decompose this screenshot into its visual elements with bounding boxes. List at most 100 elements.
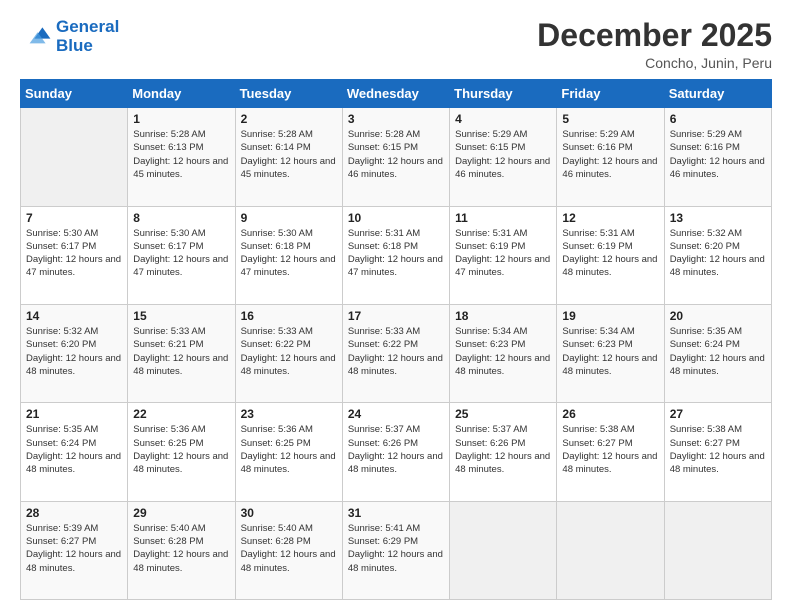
day-number: 1 — [133, 112, 229, 126]
week-row-2: 7 Sunrise: 5:30 AMSunset: 6:17 PMDaylight… — [21, 206, 772, 304]
calendar-cell: 26 Sunrise: 5:38 AMSunset: 6:27 PMDayligh… — [557, 403, 664, 501]
page: General Blue December 2025 Concho, Junin… — [0, 0, 792, 612]
logo-icon — [20, 21, 52, 53]
calendar-cell: 17 Sunrise: 5:33 AMSunset: 6:22 PMDayligh… — [342, 304, 449, 402]
day-number: 4 — [455, 112, 551, 126]
calendar-cell: 1Sunrise: 5:28 AMSunset: 6:13 PMDaylight… — [128, 108, 235, 206]
cell-info: Sunrise: 5:34 AMSunset: 6:23 PMDaylight:… — [455, 325, 551, 378]
calendar-cell: 6Sunrise: 5:29 AMSunset: 6:16 PMDaylight… — [664, 108, 771, 206]
cell-info: Sunrise: 5:30 AMSunset: 6:17 PMDaylight:… — [133, 227, 229, 280]
calendar-cell: 29Sunrise: 5:40 AMSunset: 6:28 PMDayligh… — [128, 501, 235, 599]
cell-info: Sunrise: 5:37 AMSunset: 6:26 PMDaylight:… — [455, 423, 551, 476]
cell-info: Sunrise: 5:35 AMSunset: 6:24 PMDaylight:… — [670, 325, 766, 378]
calendar-cell: 20 Sunrise: 5:35 AMSunset: 6:24 PMDayligh… — [664, 304, 771, 402]
calendar-cell: 14 Sunrise: 5:32 AMSunset: 6:20 PMDayligh… — [21, 304, 128, 402]
cell-info: Sunrise: 5:33 AMSunset: 6:22 PMDaylight:… — [241, 325, 337, 378]
cell-info: Sunrise: 5:41 AMSunset: 6:29 PMDaylight:… — [348, 522, 444, 575]
cell-info: Sunrise: 5:39 AMSunset: 6:27 PMDaylight:… — [26, 522, 122, 575]
day-number: 18 — [455, 309, 551, 323]
calendar-cell: 7Sunrise: 5:30 AMSunset: 6:17 PMDaylight… — [21, 206, 128, 304]
day-number: 10 — [348, 211, 444, 225]
calendar-cell: 16Sunrise: 5:33 AMSunset: 6:22 PMDayligh… — [235, 304, 342, 402]
calendar-cell: 23 Sunrise: 5:36 AMSunset: 6:25 PMDayligh… — [235, 403, 342, 501]
cell-info: Sunrise: 5:32 AMSunset: 6:20 PMDaylight:… — [670, 227, 766, 280]
calendar-cell: 13Sunrise: 5:32 AMSunset: 6:20 PMDayligh… — [664, 206, 771, 304]
cell-info: Sunrise: 5:28 AMSunset: 6:14 PMDaylight:… — [241, 128, 337, 181]
calendar-cell: 8 Sunrise: 5:30 AMSunset: 6:17 PMDaylight… — [128, 206, 235, 304]
cell-info: Sunrise: 5:30 AMSunset: 6:18 PMDaylight:… — [241, 227, 337, 280]
header: General Blue December 2025 Concho, Junin… — [20, 18, 772, 71]
cell-info: Sunrise: 5:31 AMSunset: 6:19 PMDaylight:… — [562, 227, 658, 280]
logo-blue: Blue — [56, 36, 93, 55]
title-section: December 2025 Concho, Junin, Peru — [537, 18, 772, 71]
day-number: 26 — [562, 407, 658, 421]
cell-info: Sunrise: 5:31 AMSunset: 6:18 PMDaylight:… — [348, 227, 444, 280]
day-number: 23 — [241, 407, 337, 421]
calendar-cell — [664, 501, 771, 599]
subtitle: Concho, Junin, Peru — [537, 55, 772, 71]
cell-info: Sunrise: 5:29 AMSunset: 6:16 PMDaylight:… — [562, 128, 658, 181]
cell-info: Sunrise: 5:33 AMSunset: 6:21 PMDaylight:… — [133, 325, 229, 378]
calendar-cell: 22Sunrise: 5:36 AMSunset: 6:25 PMDayligh… — [128, 403, 235, 501]
day-number: 24 — [348, 407, 444, 421]
calendar-cell: 15 Sunrise: 5:33 AMSunset: 6:21 PMDayligh… — [128, 304, 235, 402]
day-number: 27 — [670, 407, 766, 421]
calendar-cell: 25 Sunrise: 5:37 AMSunset: 6:26 PMDayligh… — [450, 403, 557, 501]
cell-info: Sunrise: 5:28 AMSunset: 6:15 PMDaylight:… — [348, 128, 444, 181]
calendar-cell: 30Sunrise: 5:40 AMSunset: 6:28 PMDayligh… — [235, 501, 342, 599]
day-number: 2 — [241, 112, 337, 126]
cell-info: Sunrise: 5:35 AMSunset: 6:24 PMDaylight:… — [26, 423, 122, 476]
day-number: 11 — [455, 211, 551, 225]
calendar-table: SundayMondayTuesdayWednesdayThursdayFrid… — [20, 79, 772, 600]
calendar-cell — [21, 108, 128, 206]
week-row-1: 1Sunrise: 5:28 AMSunset: 6:13 PMDaylight… — [21, 108, 772, 206]
day-number: 25 — [455, 407, 551, 421]
cell-info: Sunrise: 5:32 AMSunset: 6:20 PMDaylight:… — [26, 325, 122, 378]
calendar-cell: 21 Sunrise: 5:35 AMSunset: 6:24 PMDayligh… — [21, 403, 128, 501]
day-number: 19 — [562, 309, 658, 323]
main-title: December 2025 — [537, 18, 772, 53]
calendar-cell: 3 Sunrise: 5:28 AMSunset: 6:15 PMDaylight… — [342, 108, 449, 206]
day-number: 15 — [133, 309, 229, 323]
week-row-3: 14 Sunrise: 5:32 AMSunset: 6:20 PMDayligh… — [21, 304, 772, 402]
cell-info: Sunrise: 5:37 AMSunset: 6:26 PMDaylight:… — [348, 423, 444, 476]
day-number: 30 — [241, 506, 337, 520]
day-header-sunday: Sunday — [21, 80, 128, 108]
cell-info: Sunrise: 5:36 AMSunset: 6:25 PMDaylight:… — [241, 423, 337, 476]
cell-info: Sunrise: 5:33 AMSunset: 6:22 PMDaylight:… — [348, 325, 444, 378]
week-row-5: 28 Sunrise: 5:39 AMSunset: 6:27 PMDayligh… — [21, 501, 772, 599]
calendar-header-row: SundayMondayTuesdayWednesdayThursdayFrid… — [21, 80, 772, 108]
day-header-saturday: Saturday — [664, 80, 771, 108]
logo: General Blue — [20, 18, 119, 55]
day-header-friday: Friday — [557, 80, 664, 108]
day-header-thursday: Thursday — [450, 80, 557, 108]
calendar-cell: 19 Sunrise: 5:34 AMSunset: 6:23 PMDayligh… — [557, 304, 664, 402]
day-number: 3 — [348, 112, 444, 126]
day-number: 31 — [348, 506, 444, 520]
cell-info: Sunrise: 5:34 AMSunset: 6:23 PMDaylight:… — [562, 325, 658, 378]
day-number: 21 — [26, 407, 122, 421]
calendar-cell: 24 Sunrise: 5:37 AMSunset: 6:26 PMDayligh… — [342, 403, 449, 501]
day-number: 17 — [348, 309, 444, 323]
calendar-cell: 27Sunrise: 5:38 AMSunset: 6:27 PMDayligh… — [664, 403, 771, 501]
day-number: 14 — [26, 309, 122, 323]
day-number: 20 — [670, 309, 766, 323]
day-number: 7 — [26, 211, 122, 225]
calendar-cell — [450, 501, 557, 599]
logo-general: General — [56, 17, 119, 36]
day-number: 28 — [26, 506, 122, 520]
day-header-monday: Monday — [128, 80, 235, 108]
cell-info: Sunrise: 5:40 AMSunset: 6:28 PMDaylight:… — [133, 522, 229, 575]
calendar-cell — [557, 501, 664, 599]
day-header-tuesday: Tuesday — [235, 80, 342, 108]
calendar-cell: 28 Sunrise: 5:39 AMSunset: 6:27 PMDayligh… — [21, 501, 128, 599]
calendar-cell: 5 Sunrise: 5:29 AMSunset: 6:16 PMDaylight… — [557, 108, 664, 206]
day-number: 8 — [133, 211, 229, 225]
day-number: 5 — [562, 112, 658, 126]
calendar-cell: 11Sunrise: 5:31 AMSunset: 6:19 PMDayligh… — [450, 206, 557, 304]
calendar-cell: 10 Sunrise: 5:31 AMSunset: 6:18 PMDayligh… — [342, 206, 449, 304]
day-number: 12 — [562, 211, 658, 225]
cell-info: Sunrise: 5:38 AMSunset: 6:27 PMDaylight:… — [562, 423, 658, 476]
calendar-cell: 12 Sunrise: 5:31 AMSunset: 6:19 PMDayligh… — [557, 206, 664, 304]
logo-text: General Blue — [56, 18, 119, 55]
